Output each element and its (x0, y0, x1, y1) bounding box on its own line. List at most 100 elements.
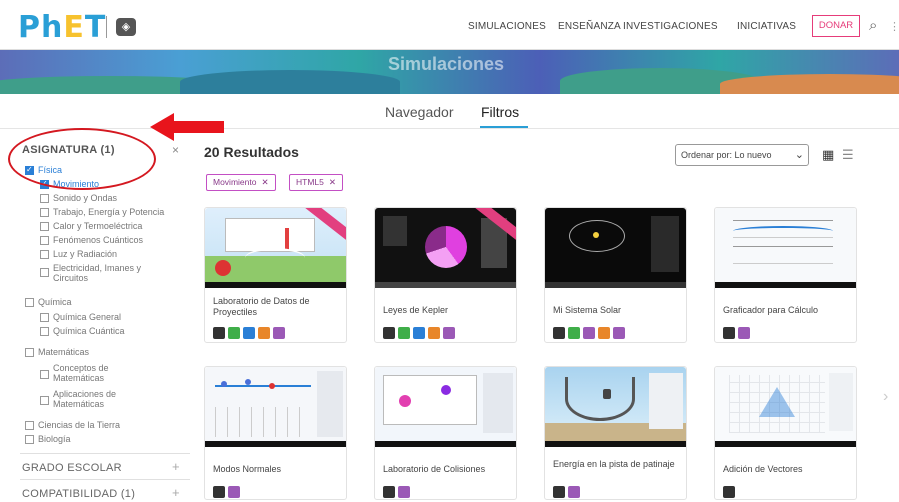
banner-title: Simulaciones (388, 54, 505, 74)
filter-chip-html5[interactable]: HTML5 ✕ (289, 174, 343, 191)
remove-chip-icon[interactable]: ✕ (261, 177, 268, 187)
filter-label-electricity: Electricidad, Imanes y (53, 263, 142, 273)
sim-thumbnail (205, 367, 346, 447)
annotation-arrow-body (172, 121, 224, 133)
sort-label: Ordenar por: Lo nuevo (681, 150, 772, 160)
tabs-divider (0, 128, 899, 129)
search-icon[interactable]: ⌕ (869, 17, 877, 34)
list-view-icon[interactable]: ☰ (842, 147, 854, 163)
hero-banner: Simulaciones (0, 50, 899, 94)
filter-label-light: Luz y Radiación (53, 249, 118, 259)
sim-title: Leyes de Kepler (383, 305, 449, 315)
sim-title: Laboratorio de Datos de Proyectiles (213, 296, 310, 317)
filter-label-chemistry: Química (38, 297, 72, 307)
annotation-circle (8, 128, 156, 190)
chip-label: Movimiento (213, 177, 257, 187)
sort-select[interactable]: Ordenar por: Lo nuevo ⌄ (675, 144, 809, 166)
next-page-icon[interactable]: › (883, 388, 888, 406)
filter-label-math-applications: Aplicaciones de (53, 389, 117, 399)
filter-label-general-chemistry: Química General (53, 312, 122, 322)
checkbox-quantum-chemistry[interactable] (40, 327, 49, 336)
logo-divider (106, 16, 107, 38)
filter-label-biology: Biología (38, 434, 71, 444)
checkbox-work-energy[interactable] (40, 208, 49, 217)
sim-title: Graficador para Cálculo (723, 305, 819, 315)
filter-label-quantum-chemistry: Química Cuántica (53, 326, 125, 336)
sim-thumbnail (545, 367, 686, 447)
sim-card[interactable]: Graficador para Cálculo (714, 207, 857, 343)
filter-label-math-concepts: Conceptos de (53, 363, 109, 373)
sim-title: Adición de Vectores (723, 464, 803, 474)
compat-filter-heading[interactable]: COMPATIBILIDAD (1) (22, 488, 135, 500)
filter-label-work-energy: Trabajo, Energía y Potencia (53, 207, 165, 217)
compat-badges (383, 485, 413, 498)
tab-filters[interactable]: Filtros (481, 104, 519, 120)
checkbox-heat[interactable] (40, 222, 49, 231)
sim-thumbnail (375, 208, 516, 288)
sidebar-divider (20, 453, 190, 454)
filter-label-math: Matemáticas (38, 347, 90, 357)
checkbox-earth-science[interactable] (25, 421, 34, 430)
sim-title: Modos Normales (213, 464, 282, 474)
compat-badges (553, 485, 583, 498)
sim-card[interactable]: Modos Normales (204, 366, 347, 500)
sim-title: Mi Sistema Solar (553, 305, 622, 315)
grid-view-icon[interactable]: ▦ (822, 147, 834, 163)
more-icon[interactable]: ⋮ (889, 20, 899, 33)
sim-thumbnail (375, 367, 516, 447)
sim-card[interactable]: Energía en la pista de patinaje (544, 366, 687, 500)
checkbox-math-applications[interactable] (40, 396, 49, 405)
checkbox-quantum[interactable] (40, 236, 49, 245)
chevron-down-icon: ⌄ (794, 149, 804, 161)
sim-title: Energía en la pista de patinaje (553, 459, 675, 469)
compat-badges (553, 326, 628, 339)
sim-card[interactable]: Adición de Vectores (714, 366, 857, 500)
filter-label-sound-waves: Sonido y Ondas (53, 193, 118, 203)
close-icon[interactable]: × (172, 143, 179, 157)
compat-badges (723, 485, 738, 498)
compat-badges (213, 485, 243, 498)
checkbox-math-concepts[interactable] (40, 370, 49, 379)
university-logo-icon: ◈ (116, 18, 136, 36)
top-navigation-bar: PhET ◈ SIMULACIONES ENSEÑANZA INVESTIGAC… (0, 0, 899, 50)
phet-logo[interactable]: PhET (18, 10, 106, 45)
sidebar-divider (20, 479, 190, 480)
expand-compat-icon[interactable]: + (172, 485, 180, 500)
results-count: 20 Resultados (204, 144, 299, 160)
sim-title: Laboratorio de Colisiones (383, 464, 486, 474)
filter-label-math-concepts-2: Matemáticas (53, 373, 105, 383)
tab-browser[interactable]: Navegador (385, 104, 454, 120)
sim-thumbnail (715, 367, 856, 447)
checkbox-math[interactable] (25, 348, 34, 357)
donate-button[interactable]: DONAR (812, 15, 860, 37)
sim-card[interactable]: Laboratorio de Datos de Proyectiles (204, 207, 347, 343)
annotation-arrow-head (150, 113, 174, 141)
filter-chip-motion[interactable]: Movimiento ✕ (206, 174, 276, 191)
chip-label: HTML5 (296, 177, 324, 187)
filter-label-heat: Calor y Termoeléctrica (53, 221, 143, 231)
nav-research[interactable]: INVESTIGACIONES (623, 21, 718, 32)
sim-card[interactable]: Mi Sistema Solar (544, 207, 687, 343)
checkbox-sound-waves[interactable] (40, 194, 49, 203)
nav-teaching[interactable]: ENSEÑANZA (558, 21, 621, 32)
nav-initiatives[interactable]: INICIATIVAS (737, 21, 796, 32)
remove-chip-icon[interactable]: ✕ (329, 177, 336, 187)
checkbox-general-chemistry[interactable] (40, 313, 49, 322)
filter-label-math-applications-2: Matemáticas (53, 399, 105, 409)
grade-filter-heading[interactable]: GRADO ESCOLAR (22, 462, 122, 474)
nav-simulations[interactable]: SIMULACIONES (468, 21, 546, 32)
compat-badges (383, 326, 458, 339)
sim-card[interactable]: Laboratorio de Colisiones (374, 366, 517, 500)
sim-thumbnail (715, 208, 856, 288)
checkbox-biology[interactable] (25, 435, 34, 444)
checkbox-electricity[interactable] (40, 268, 49, 277)
filter-label-electricity-2: Circuitos (53, 273, 89, 283)
checkbox-chemistry[interactable] (25, 298, 34, 307)
sim-card[interactable]: Leyes de Kepler (374, 207, 517, 343)
compat-badges (213, 326, 288, 339)
filter-label-quantum: Fenómenos Cuánticos (53, 235, 144, 245)
sim-thumbnail (205, 208, 346, 288)
expand-grade-icon[interactable]: + (172, 459, 180, 474)
sim-thumbnail (545, 208, 686, 288)
checkbox-light[interactable] (40, 250, 49, 259)
